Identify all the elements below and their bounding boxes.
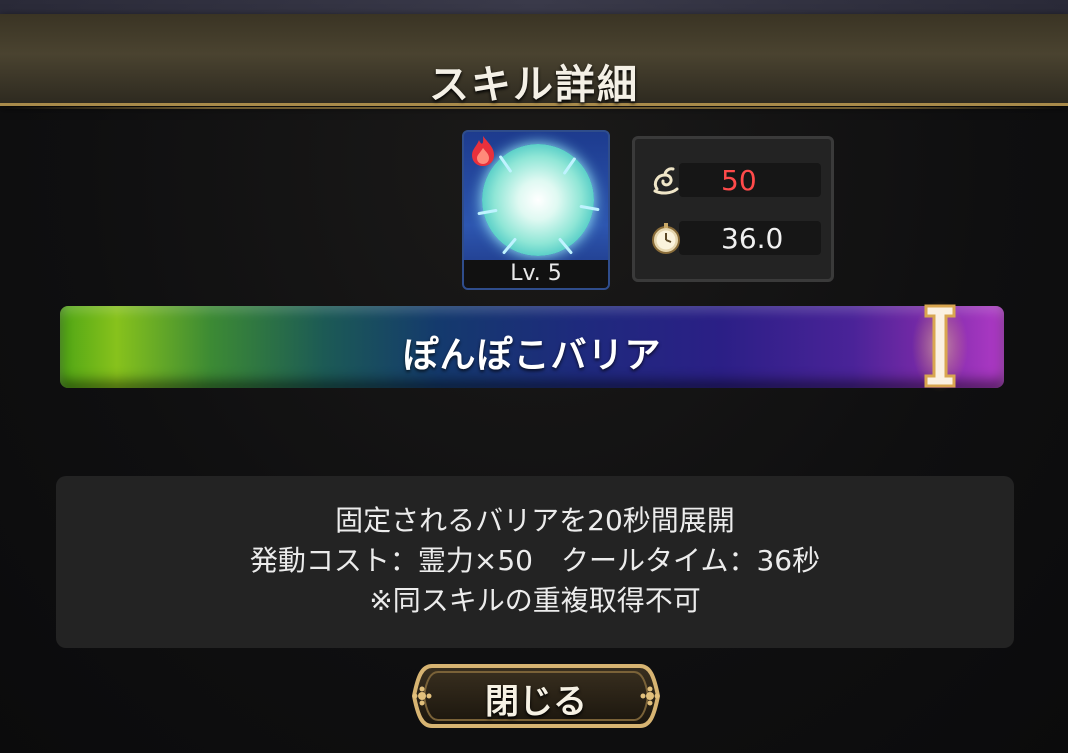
dialog-header: スキル詳細: [0, 14, 1068, 109]
skill-name: ぽんぽこバリア: [402, 335, 662, 376]
stopwatch-icon: [652, 223, 680, 254]
dialog-title: スキル詳細: [429, 62, 639, 108]
cooldown-row: 36.0: [649, 221, 821, 257]
close-button[interactable]: 閉じる: [410, 662, 662, 730]
skill-description-box: 固定されるバリアを20秒間展開 発動コスト：霊力×50 クールタイム：36秒 ※…: [56, 476, 1014, 648]
skill-cost-value: 50: [721, 164, 757, 197]
close-button-label: 閉じる: [485, 682, 587, 722]
skill-icon: Lv. 5: [462, 130, 610, 290]
description-line: ※同スキルの重複取得不可: [369, 584, 701, 617]
barrier-orb-icon: [482, 144, 594, 256]
skill-level: Lv. 5: [464, 260, 608, 288]
skill-stats-box: 50 36.0: [632, 136, 834, 282]
background-strip: [0, 0, 1068, 14]
description-line: 発動コスト：霊力×50 クールタイム：36秒: [249, 544, 821, 577]
spirit-power-icon: [653, 167, 679, 195]
description-line: 固定されるバリアを20秒間展開: [335, 504, 735, 537]
skill-name-bar: ぽんぽこバリア: [60, 306, 1004, 388]
skill-cooldown-value: 36.0: [721, 222, 784, 255]
rank-one-icon: [912, 300, 968, 392]
cost-row: 50: [649, 163, 821, 199]
fire-icon: [472, 136, 494, 166]
